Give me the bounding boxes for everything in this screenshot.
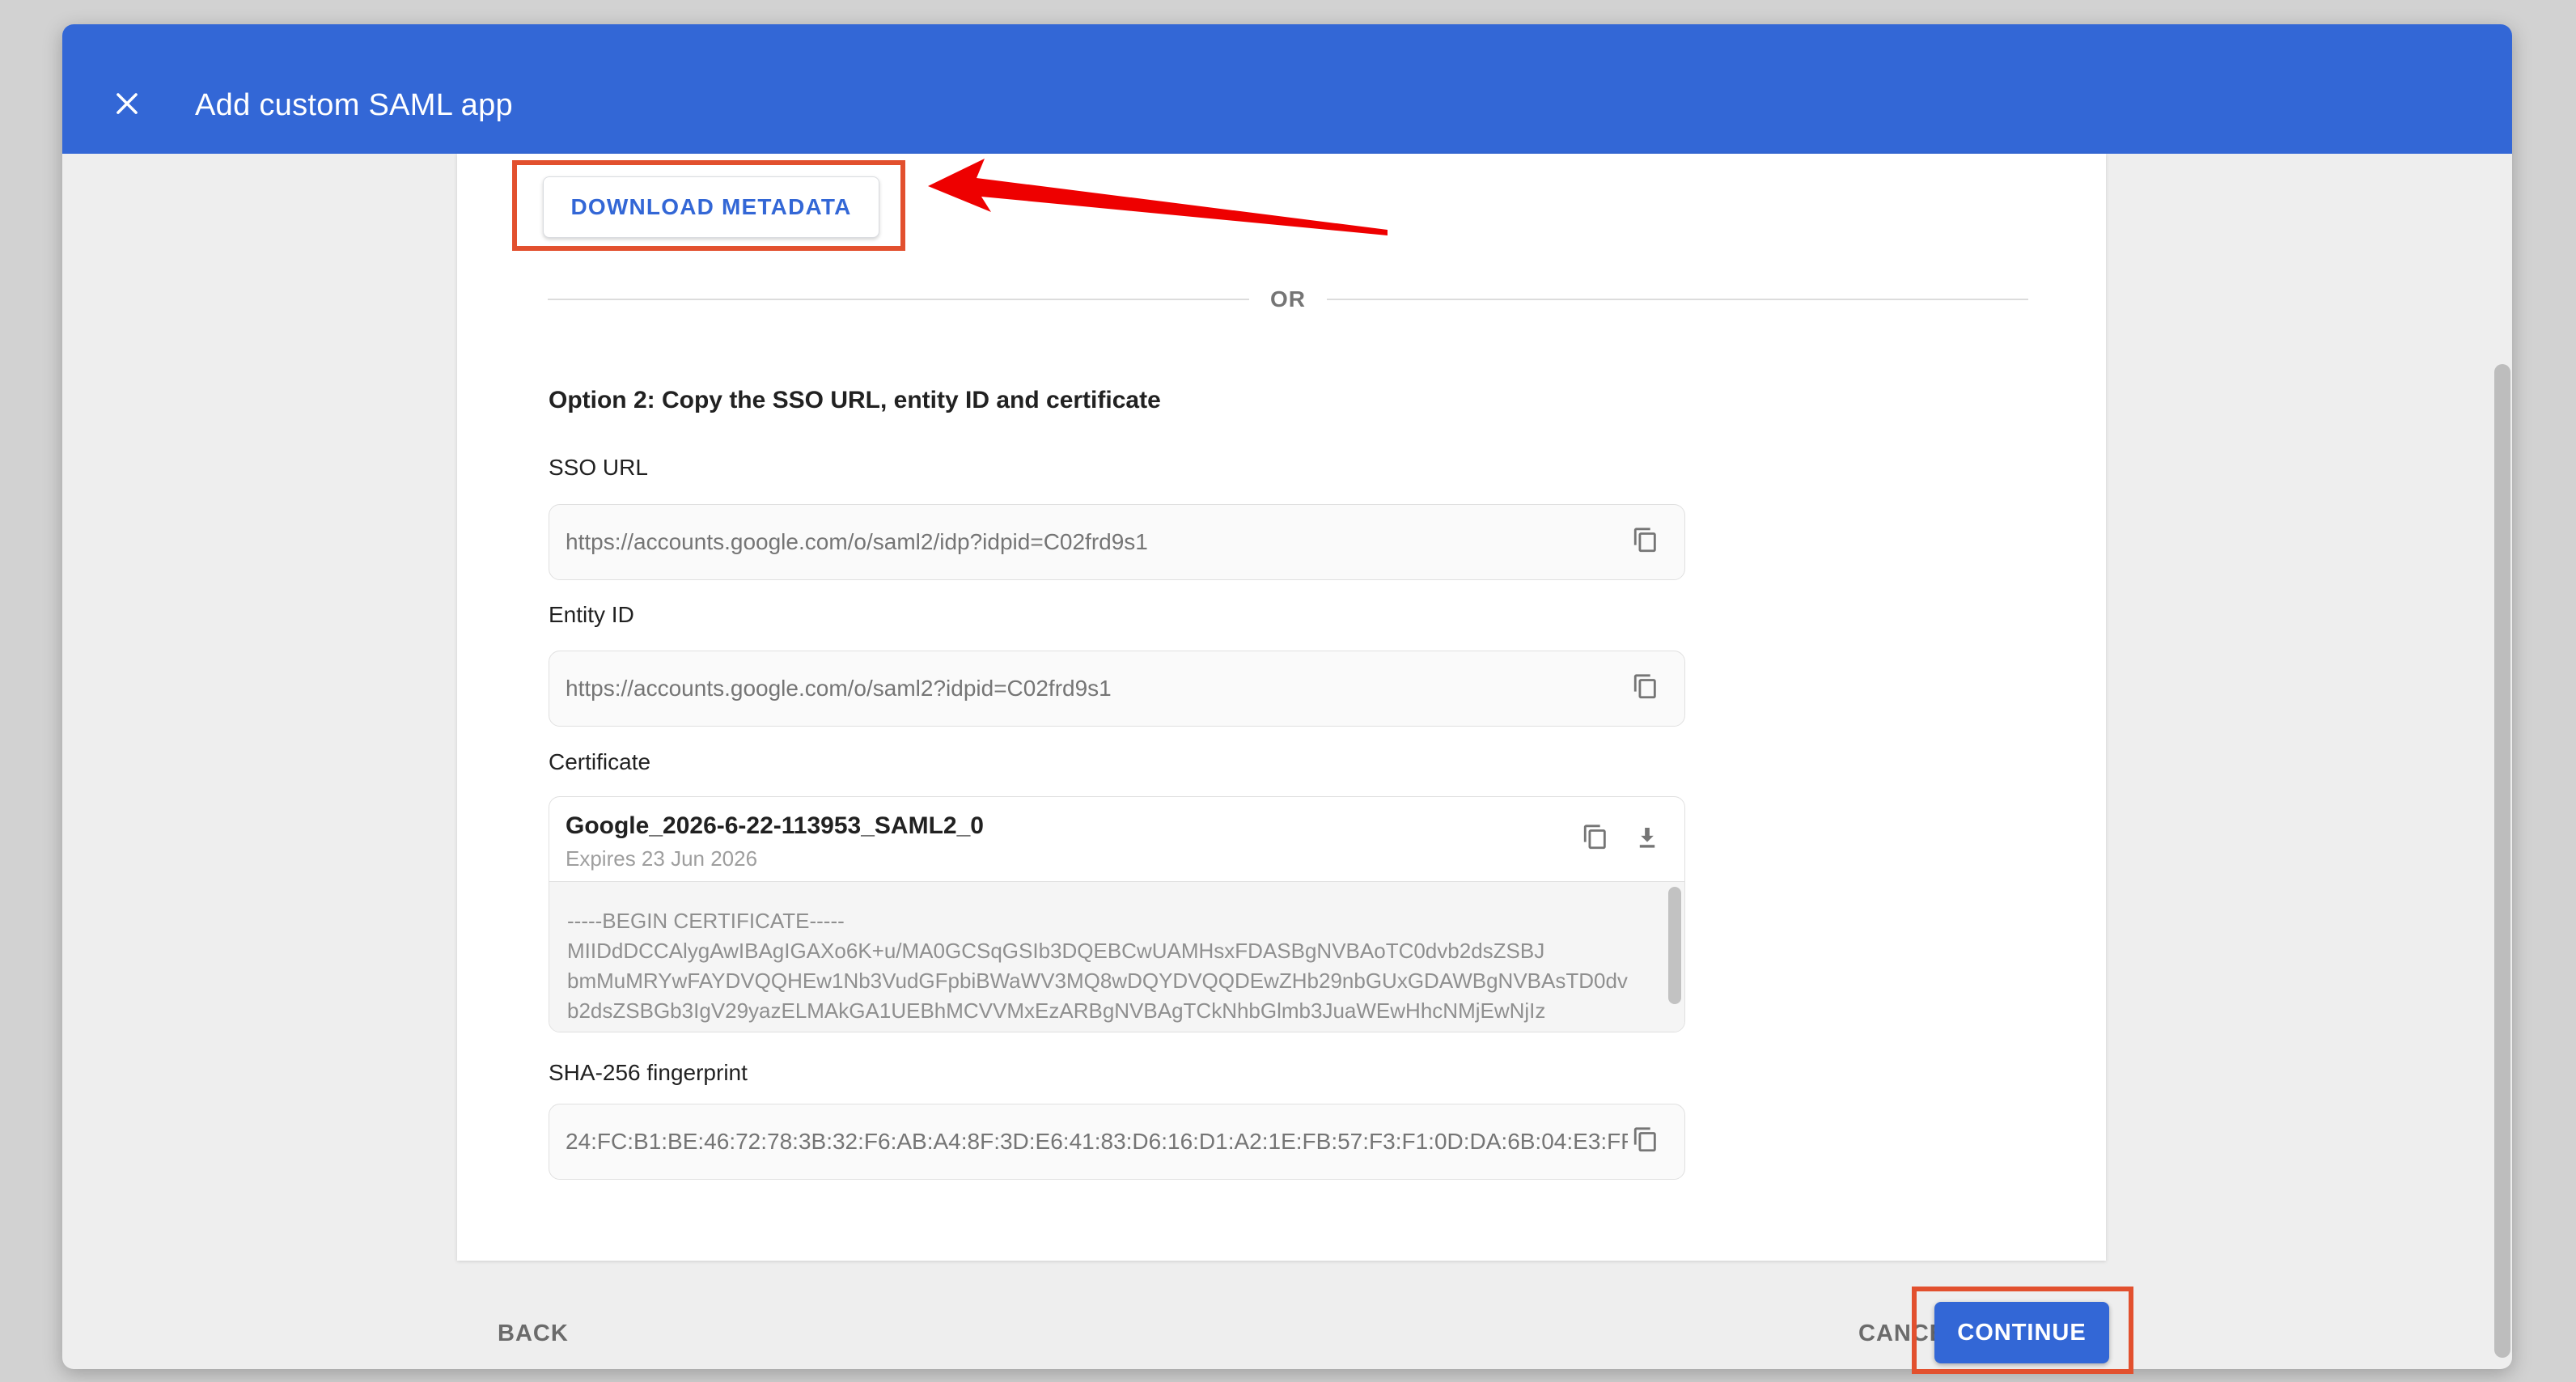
- dialog-title: Add custom SAML app: [195, 88, 513, 123]
- sso-url-field: https://accounts.google.com/o/saml2/idp?…: [549, 504, 1685, 580]
- sso-url-value: https://accounts.google.com/o/saml2/idp?…: [566, 529, 1628, 555]
- dialog-header-inner: Add custom SAML app: [62, 87, 513, 154]
- certificate-scrollbar[interactable]: [1668, 887, 1681, 1004]
- or-label: OR: [1249, 286, 1327, 312]
- divider-line-right: [1327, 299, 2028, 300]
- download-metadata-button[interactable]: DOWNLOAD METADATA: [543, 176, 879, 238]
- certificate-body[interactable]: -----BEGIN CERTIFICATE----- MIIDdDCCAlyg…: [549, 882, 1684, 1032]
- entity-id-label: Entity ID: [549, 602, 634, 628]
- sha256-fingerprint-value: 24:FC:B1:BE:46:72:78:3B:32:F6:AB:A4:8F:3…: [566, 1129, 1628, 1155]
- certificate-name: Google_2026-6-22-113953_SAML2_0: [566, 812, 1561, 840]
- certificate-line: bmMuMRYwFAYDVQQHEw1Nb3VudGFpbiBWaWV3MQ8w…: [567, 966, 1652, 996]
- copy-icon: [1632, 527, 1659, 558]
- certificate-titles: Google_2026-6-22-113953_SAML2_0 Expires …: [566, 808, 1561, 871]
- certificate-copy-button[interactable]: [1578, 821, 1613, 857]
- page-background: Add custom SAML app DOWNLOAD METADATA OR…: [0, 0, 2576, 1382]
- entity-id-copy-button[interactable]: [1628, 671, 1663, 706]
- dialog-scrollbar[interactable]: [2494, 364, 2510, 1358]
- certificate-label: Certificate: [549, 749, 650, 775]
- certificate-line: MIIDdDCCAlygAwIBAgIGAXo6K+u/MA0GCSqGSIb3…: [567, 936, 1652, 966]
- copy-icon: [1632, 1126, 1659, 1158]
- certificate-download-button[interactable]: [1629, 821, 1665, 857]
- certificate-line: -----BEGIN CERTIFICATE-----: [567, 906, 1652, 936]
- sha256-copy-button[interactable]: [1628, 1124, 1663, 1159]
- entity-id-field: https://accounts.google.com/o/saml2?idpi…: [549, 651, 1685, 727]
- certificate-line: b2dsZSBGb3IgV29yazELMAkGA1UEBhMCVVMxEzAR…: [567, 996, 1652, 1026]
- annotation-arrow-icon: [910, 154, 1412, 251]
- sha256-fingerprint-field: 24:FC:B1:BE:46:72:78:3B:32:F6:AB:A4:8F:3…: [549, 1104, 1685, 1180]
- download-icon: [1633, 824, 1661, 855]
- continue-button[interactable]: CONTINUE: [1934, 1302, 2109, 1363]
- back-button[interactable]: BACK: [485, 1301, 582, 1366]
- copy-icon: [1582, 824, 1609, 855]
- divider-line-left: [548, 299, 1249, 300]
- copy-icon: [1632, 673, 1659, 705]
- add-custom-saml-app-dialog: Add custom SAML app DOWNLOAD METADATA OR…: [62, 24, 2512, 1369]
- certificate-header: Google_2026-6-22-113953_SAML2_0 Expires …: [549, 797, 1684, 882]
- dialog-header: Add custom SAML app: [62, 24, 2512, 154]
- close-icon: [112, 88, 142, 123]
- or-divider: OR: [548, 283, 2028, 316]
- sso-url-copy-button[interactable]: [1628, 524, 1663, 560]
- entity-id-value: https://accounts.google.com/o/saml2?idpi…: [566, 676, 1628, 702]
- close-button[interactable]: [109, 87, 145, 123]
- sso-url-label: SSO URL: [549, 455, 648, 481]
- option2-heading: Option 2: Copy the SSO URL, entity ID an…: [549, 387, 1161, 414]
- sha256-fingerprint-label: SHA-256 fingerprint: [549, 1060, 748, 1086]
- content-card: DOWNLOAD METADATA OR Option 2: Copy the …: [457, 154, 2106, 1261]
- certificate-card: Google_2026-6-22-113953_SAML2_0 Expires …: [549, 796, 1685, 1032]
- certificate-expiry: Expires 23 Jun 2026: [566, 846, 1561, 871]
